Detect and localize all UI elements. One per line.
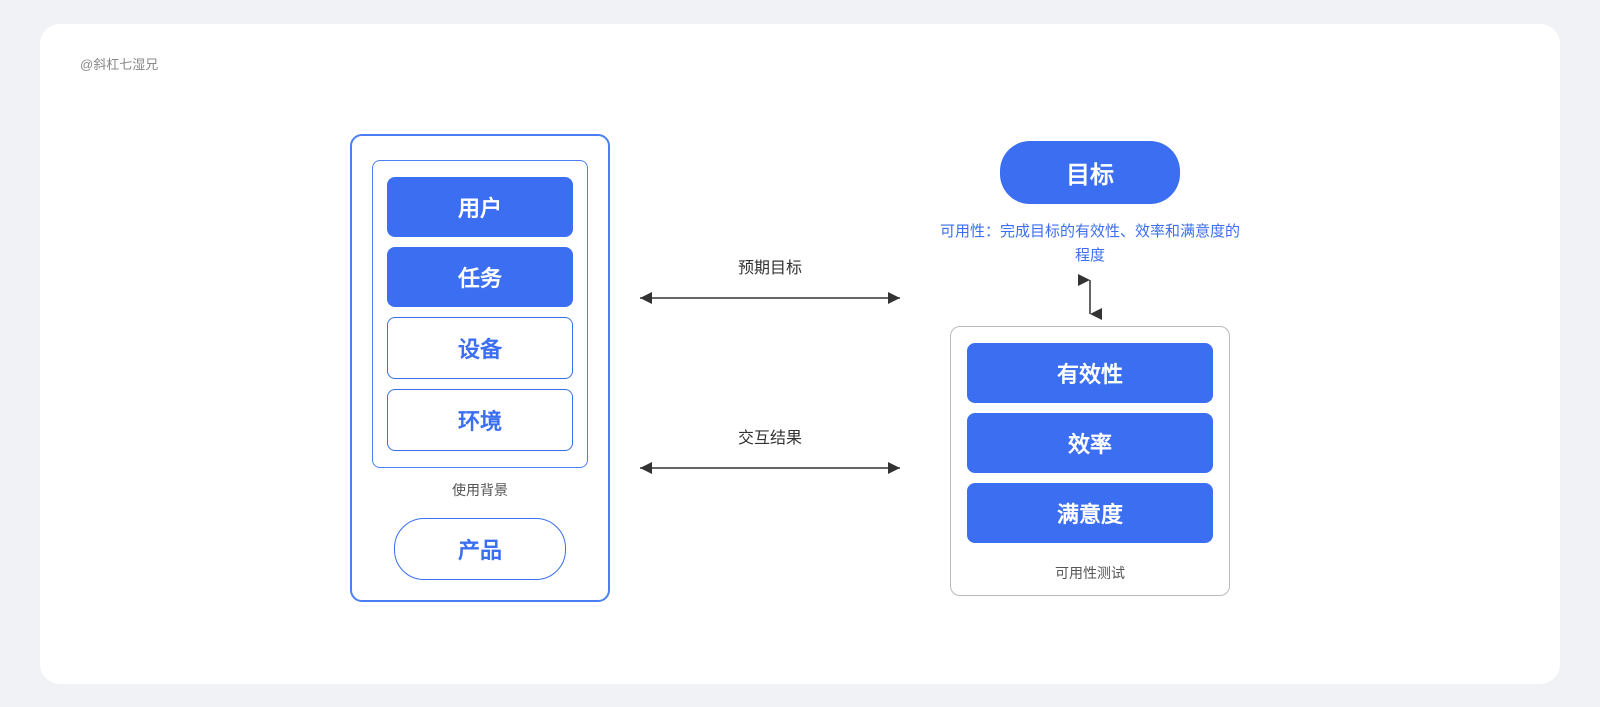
satisfaction-btn: 满意度 xyxy=(967,483,1213,543)
left-panel: 用户 任务 设备 环境 使用背景 产品 xyxy=(350,134,610,602)
usage-context-label: 使用背景 xyxy=(372,480,588,500)
effectiveness-btn: 有效性 xyxy=(967,343,1213,403)
user-btn: 用户 xyxy=(387,177,573,237)
product-btn: 产品 xyxy=(394,518,567,580)
right-box: 有效性 效率 满意度 可用性测试 xyxy=(950,326,1230,596)
vertical-arrow-svg xyxy=(1078,272,1102,322)
top-label: 预期目标 xyxy=(738,254,802,278)
right-panel: 目标 可用性：完成目标的有效性、效率和满意度的程度 xyxy=(930,141,1250,596)
usability-section: 可用性：完成目标的有效性、效率和满意度的程度 xyxy=(930,210,1250,326)
bottom-arrow-svg xyxy=(620,454,920,482)
top-arrow-svg xyxy=(620,284,920,312)
watermark: @斜杠七湿兄 xyxy=(80,54,1520,73)
device-btn: 设备 xyxy=(387,317,573,379)
top-arrow-row: 预期目标 xyxy=(610,254,930,312)
usability-text: 可用性：完成目标的有效性、效率和满意度的程度 xyxy=(940,220,1240,268)
bottom-label: 交互结果 xyxy=(738,424,802,448)
bottom-arrow-row: 交互结果 xyxy=(610,424,930,482)
efficiency-btn: 效率 xyxy=(967,413,1213,473)
diagram-area: 用户 任务 设备 环境 使用背景 产品 预期目标 xyxy=(80,93,1520,644)
left-inner-panel: 用户 任务 设备 环境 xyxy=(372,160,588,468)
env-btn: 环境 xyxy=(387,389,573,451)
task-btn: 任务 xyxy=(387,247,573,307)
goal-btn: 目标 xyxy=(1000,141,1180,204)
arrows-section: 预期目标 交互结果 xyxy=(610,198,930,538)
main-card: @斜杠七湿兄 用户 任务 设备 环境 使用背景 产品 预期目标 xyxy=(40,24,1560,684)
right-panel-label: 可用性测试 xyxy=(967,563,1213,583)
